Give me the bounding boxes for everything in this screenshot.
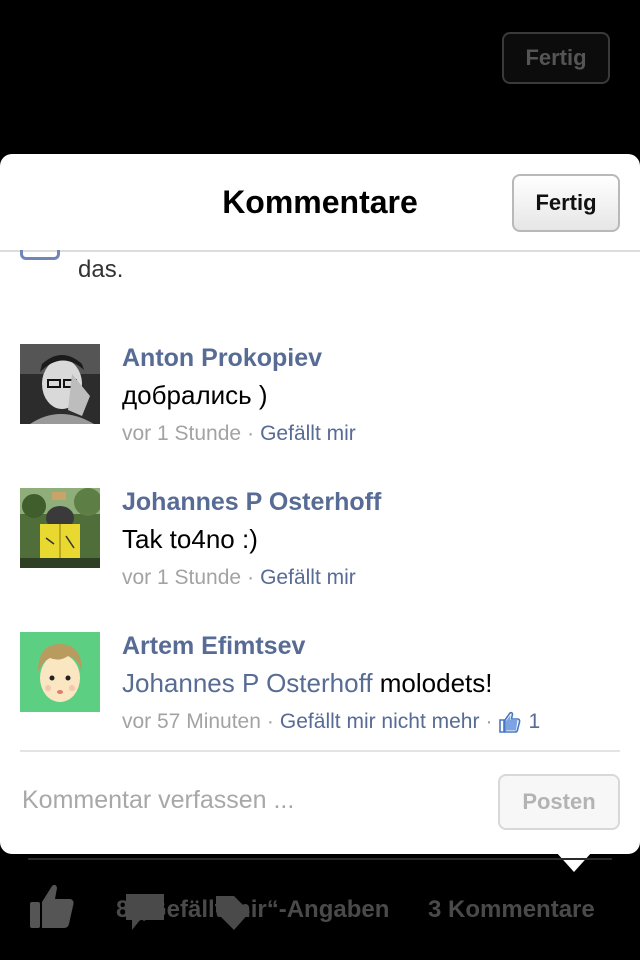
comments-count-link[interactable]: 3 Kommentare: [428, 896, 595, 924]
comment-text: добрались ): [122, 380, 268, 410]
avatar[interactable]: [20, 632, 100, 712]
meta-separator: ·: [247, 422, 255, 445]
meta-separator: ·: [266, 710, 274, 733]
comment-text: Tak to4no :): [122, 524, 258, 554]
like-icon: [20, 250, 60, 260]
comment-composer: Posten: [0, 750, 640, 854]
comment-meta: vor 1 Stunde · Gefällt mir: [122, 566, 356, 590]
comment-body: molodets!: [372, 668, 493, 698]
comment-item: Anton Prokopiev добрались ) vor 1 Stunde…: [0, 344, 640, 454]
divider: [20, 750, 620, 752]
comment-timestamp: vor 1 Stunde: [122, 422, 242, 445]
post-button[interactable]: Posten: [498, 774, 620, 830]
avatar[interactable]: [20, 488, 100, 568]
thumbs-up-icon[interactable]: [28, 882, 78, 930]
comment-text: Johannes P Osterhoff molodets!: [122, 668, 493, 699]
avatar[interactable]: [20, 344, 100, 424]
comment-author-link[interactable]: Anton Prokopiev: [122, 344, 322, 373]
meta-separator: ·: [485, 710, 493, 733]
comment-item: Artem Efimtsev Johannes P Osterhoff molo…: [0, 632, 640, 742]
comment-timestamp: vor 57 Minuten: [122, 710, 261, 733]
like-count[interactable]: 1: [528, 710, 540, 734]
comment-item: Johannes P Osterhoff Tak to4no :) vor 1 …: [0, 488, 640, 598]
meta-separator: ·: [247, 566, 255, 589]
partial-comment: das.: [0, 250, 640, 312]
done-button[interactable]: Fertig: [512, 174, 620, 232]
partial-comment-text: das.: [78, 256, 124, 283]
comment-meta: vor 57 Minuten · Gefällt mir nicht mehr …: [122, 710, 540, 734]
comment-timestamp: vor 1 Stunde: [122, 566, 242, 589]
sheet-header: Kommentare Fertig: [0, 154, 640, 252]
like-comment-link[interactable]: Gefällt mir: [260, 566, 356, 590]
likes-count-link[interactable]: 8 „Gefällt mir“-Angaben: [116, 896, 389, 924]
comment-meta: vor 1 Stunde · Gefällt mir: [122, 422, 356, 446]
like-comment-link[interactable]: Gefällt mir: [260, 422, 356, 446]
bottom-action-bar: 8 „Gefällt mir“-Angaben 3 Kommentare: [0, 860, 640, 960]
thumbs-up-icon: [498, 710, 522, 734]
mention-link[interactable]: Johannes P Osterhoff: [122, 668, 373, 698]
comments-sheet: Kommentare Fertig das. Anton Prokopiev д…: [0, 154, 640, 854]
comment-author-link[interactable]: Johannes P Osterhoff: [122, 488, 381, 517]
screen: Fertig Kommentare Fertig das. Anton Prok…: [0, 0, 640, 960]
comment-author-link[interactable]: Artem Efimtsev: [122, 632, 305, 661]
unlike-comment-link[interactable]: Gefällt mir nicht mehr: [280, 710, 480, 734]
background-done-button[interactable]: Fertig: [502, 32, 610, 84]
comment-input[interactable]: [22, 780, 482, 820]
